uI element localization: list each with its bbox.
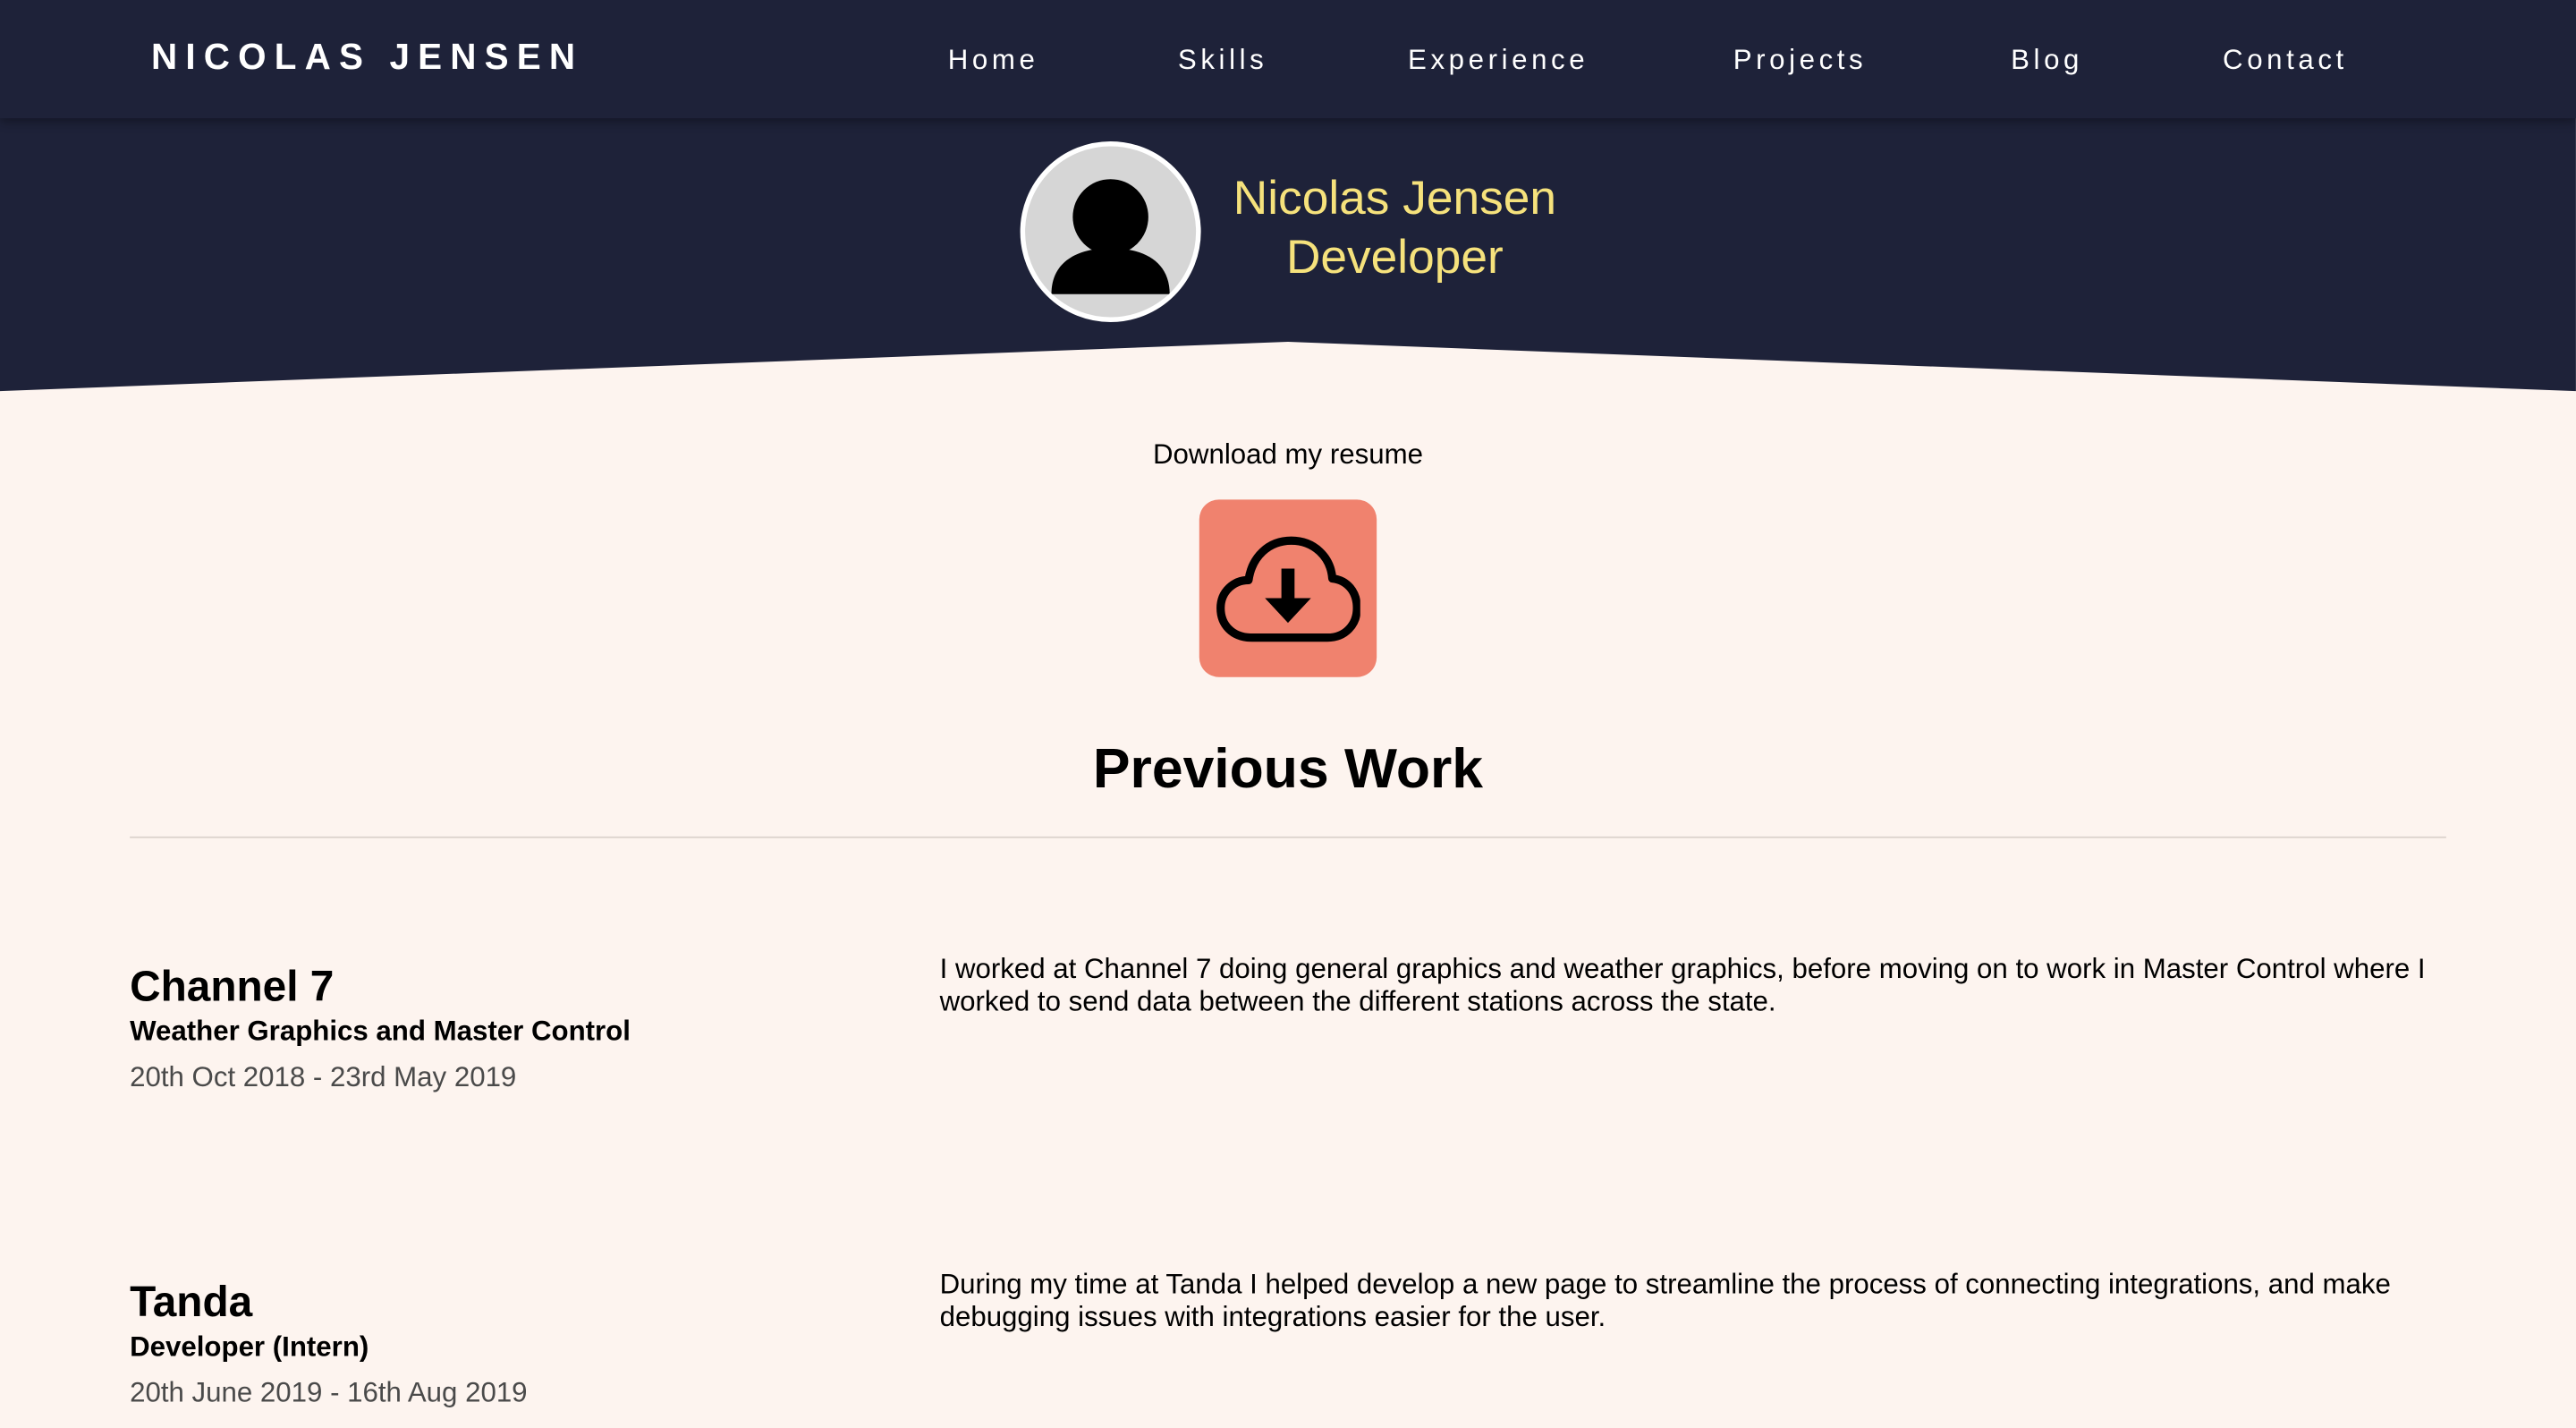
section-title: Previous Work bbox=[1092, 737, 1484, 801]
nav-home[interactable]: Home bbox=[948, 45, 1039, 78]
download-resume-button[interactable] bbox=[1199, 499, 1377, 677]
nav-blog[interactable]: Blog bbox=[2011, 45, 2083, 78]
cloud-download-icon bbox=[1216, 536, 1360, 642]
job-description: I worked at Channel 7 doing general grap… bbox=[939, 953, 2426, 1017]
user-silhouette-icon bbox=[1051, 179, 1170, 294]
nav-experience[interactable]: Experience bbox=[1408, 45, 1589, 78]
resume-label: Download my resume bbox=[1152, 438, 1423, 471]
job-title: Developer (Intern) bbox=[130, 1330, 369, 1363]
avatar bbox=[1020, 140, 1201, 322]
job-description: During my time at Tanda I helped develop… bbox=[939, 1268, 2391, 1333]
section-divider bbox=[130, 836, 2446, 838]
job-company: Channel 7 bbox=[130, 961, 335, 1011]
job-dates: 20th Oct 2018 - 23rd May 2019 bbox=[130, 1061, 517, 1093]
hero-name: Nicolas Jensen bbox=[1233, 172, 1556, 225]
job-dates: 20th June 2019 - 16th Aug 2019 bbox=[130, 1377, 528, 1409]
nav-projects[interactable]: Projects bbox=[1733, 45, 1868, 78]
job-title: Weather Graphics and Master Control bbox=[130, 1016, 631, 1047]
nav-skills[interactable]: Skills bbox=[1178, 45, 1267, 78]
page: NICOLAS JENSEN Home Skills Experience Pr… bbox=[0, 0, 2576, 1428]
job-company: Tanda bbox=[130, 1277, 253, 1327]
nav-contact[interactable]: Contact bbox=[2223, 45, 2348, 78]
brand-logo[interactable]: NICOLAS JENSEN bbox=[151, 36, 583, 79]
hero-role: Developer bbox=[1285, 231, 1504, 285]
navbar: NICOLAS JENSEN Home Skills Experience Pr… bbox=[0, 0, 2576, 119]
